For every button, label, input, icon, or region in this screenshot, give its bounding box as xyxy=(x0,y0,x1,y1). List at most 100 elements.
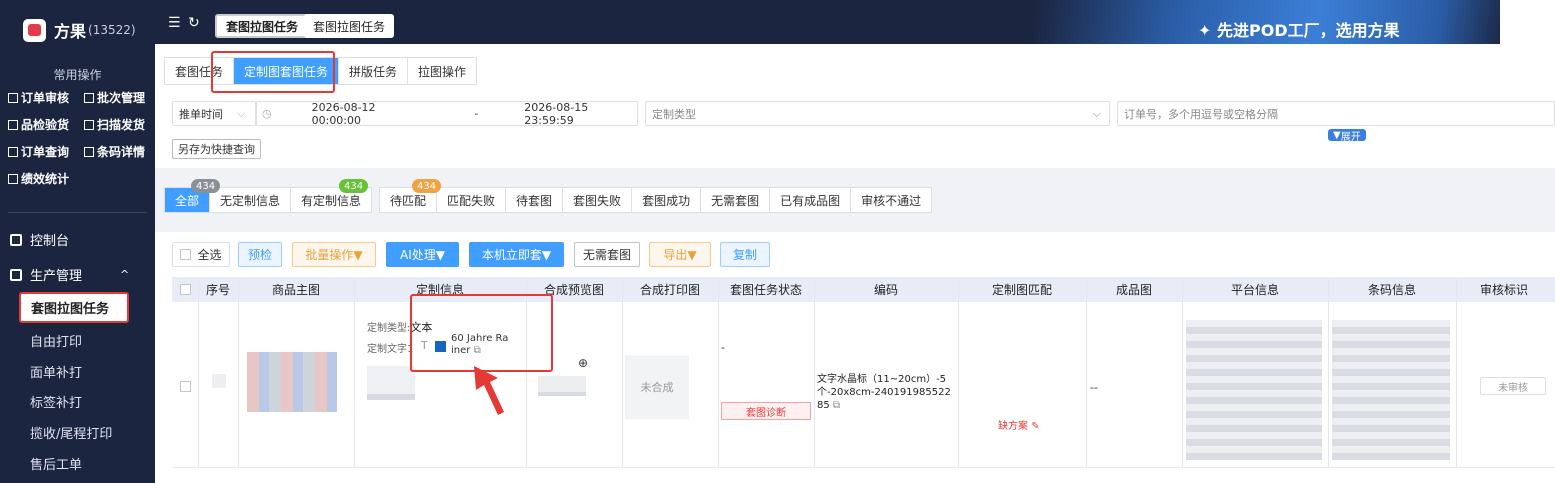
checkbox-icon xyxy=(180,249,192,260)
status-tabs-group-1: 全部 434 无定制信息 有定制信息 434 xyxy=(164,179,373,213)
quick-item-scan-ship[interactable]: 扫描发货 xyxy=(84,116,154,133)
top-tab-1[interactable]: 套图拉图任务 xyxy=(215,14,310,38)
caret-down-icon: ▼ xyxy=(541,247,552,262)
nav-dashboard[interactable]: 控制台 xyxy=(0,230,155,249)
header-checkbox[interactable] xyxy=(180,284,191,295)
preview-thumbnail[interactable] xyxy=(538,376,586,396)
tab-latu[interactable]: 拉图操作 xyxy=(408,58,477,84)
nav-production[interactable]: 生产管理 ^ xyxy=(0,265,155,284)
divider xyxy=(1182,277,1183,468)
brand[interactable]: 方果 (13522) xyxy=(23,18,136,42)
product-image[interactable] xyxy=(247,352,337,412)
status-tab-has-finished[interactable]: 已有成品图 xyxy=(770,188,852,212)
sidebar-item-label[interactable]: 标签补打 xyxy=(30,392,82,411)
banner-edge xyxy=(1500,0,1555,44)
status-tab-no-custom[interactable]: 无定制信息 xyxy=(210,188,292,212)
col-barcode: 条码信息 xyxy=(1367,283,1416,297)
status-tab-all[interactable]: 全部 434 xyxy=(165,179,221,212)
highlight-box-custom xyxy=(410,294,553,372)
match-status[interactable]: 缺方案 ✎ xyxy=(998,417,1040,432)
barcode-icon xyxy=(84,146,94,157)
status-tab-match-failed[interactable]: 匹配失败 xyxy=(437,188,507,212)
select-all-checkbox[interactable]: 全选 xyxy=(172,242,230,267)
copy-button[interactable]: 复制 xyxy=(720,242,770,267)
query-icon xyxy=(8,146,18,157)
save-quick-query-button[interactable]: 另存为快捷查询 xyxy=(172,139,261,159)
chevron-down-icon: ⌵ xyxy=(237,106,246,120)
count-badge: 434 xyxy=(339,179,369,193)
quick-item-order-query[interactable]: 订单查询 xyxy=(8,143,84,160)
diagnose-button[interactable]: 套图诊断 xyxy=(721,402,811,420)
date-range-picker[interactable]: ◷ 2026-08-12 00:00:00 - 2026-08-15 23:59… xyxy=(256,100,638,127)
topbar: ☰ ↻ 套图拉图任务 套图拉图任务 ✦ 先进POD工厂，选用方果 xyxy=(155,0,1555,44)
highlight-box-tab xyxy=(211,51,335,93)
caret-down-icon: ▼ xyxy=(687,247,697,262)
no-need-button[interactable]: 无需套图 xyxy=(574,242,640,267)
sidebar-item-pickup[interactable]: 揽收/尾程打印 xyxy=(30,423,112,442)
row-index-blurred xyxy=(212,374,226,388)
status-tab-pending-taotu[interactable]: 待套图 xyxy=(506,188,564,212)
zoom-in-icon[interactable]: ⊕ xyxy=(578,356,588,370)
task-status-value: - xyxy=(721,341,725,354)
brand-count: (13522) xyxy=(88,23,136,37)
menu-icon[interactable]: ☰ xyxy=(168,16,181,30)
status-tab-rejected[interactable]: 审核不通过 xyxy=(851,188,931,212)
order-search-input[interactable]: 订单号，多个用逗号或空格分隔 xyxy=(1117,101,1555,126)
sidebar: 方果 (13522) 常用操作 订单审核 批次管理 品检验货 扫描发货 订单查询… xyxy=(0,0,155,483)
divider xyxy=(198,277,199,468)
refresh-icon[interactable]: ↻ xyxy=(188,16,200,30)
divider xyxy=(1456,277,1457,468)
col-code: 编码 xyxy=(873,283,898,297)
col-finished: 成品图 xyxy=(1115,283,1152,297)
status-tab-taotu-failed[interactable]: 套图失败 xyxy=(563,188,633,212)
tab-pinban[interactable]: 拼版任务 xyxy=(339,58,409,84)
col-custom-match: 定制图匹配 xyxy=(991,283,1052,297)
row-checkbox[interactable] xyxy=(180,381,191,392)
quick-item-inspection[interactable]: 品检验货 xyxy=(8,116,84,133)
col-print-image: 合成打印图 xyxy=(639,283,700,297)
col-platform: 平台信息 xyxy=(1230,283,1279,297)
sidebar-item-waybill[interactable]: 面单补打 xyxy=(30,362,82,381)
custom-type-select[interactable]: 定制类型 ⌵ xyxy=(645,101,1110,126)
brand-logo-icon xyxy=(23,18,46,42)
dashboard-icon xyxy=(10,233,22,246)
sidebar-item-aftersale[interactable]: 售后工单 xyxy=(30,454,82,473)
start-date: 2026-08-12 00:00:00 xyxy=(311,100,376,127)
quick-ops-title: 常用操作 xyxy=(53,68,102,82)
code-value: 文字水晶标（11~20cm）-5个-20x8cm-24019198552285 … xyxy=(817,374,951,411)
scan-icon xyxy=(84,119,94,130)
batch-ops-button[interactable]: 批量操作 ▼ xyxy=(292,242,376,267)
status-tab-no-need[interactable]: 无需套图 xyxy=(701,188,771,212)
print-image-placeholder: 未合成 xyxy=(625,355,689,419)
top-tab-2[interactable]: 套图拉图任务 xyxy=(304,14,395,38)
precheck-button[interactable]: 预检 xyxy=(238,242,282,267)
divider xyxy=(238,277,239,468)
quick-item-barcode[interactable]: 条码详情 xyxy=(84,143,154,160)
status-tab-taotu-success[interactable]: 套图成功 xyxy=(632,188,702,212)
edit-icon[interactable]: ✎ xyxy=(1031,421,1039,432)
export-button[interactable]: 导出 ▼ xyxy=(649,242,711,267)
ai-process-button[interactable]: AI处理 ▼ xyxy=(386,242,459,267)
checkbox-icon xyxy=(8,92,18,103)
sidebar-item-free-print[interactable]: 自由打印 xyxy=(30,331,82,350)
date-separator: - xyxy=(474,107,479,120)
divider xyxy=(958,277,959,468)
copy-icon[interactable]: ⧉ xyxy=(833,400,840,411)
local-taotu-button[interactable]: 本机立即套 ▼ xyxy=(469,242,564,267)
quick-item-performance[interactable]: 绩效统计 xyxy=(8,170,84,187)
quick-item-order-review[interactable]: 订单审核 xyxy=(8,89,84,106)
caret-down-icon: ▼ xyxy=(353,247,363,262)
custom-thumbnail[interactable] xyxy=(367,366,415,400)
status-tab-pending-match[interactable]: 待匹配 434 xyxy=(380,179,442,212)
quick-item-batch[interactable]: 批次管理 xyxy=(84,89,154,106)
expand-button[interactable]: ▼ 展开 xyxy=(1328,129,1366,143)
divider xyxy=(814,277,815,468)
custom-text-label: 定制文字1 xyxy=(367,344,414,355)
col-audit: 审核标识 xyxy=(1479,283,1528,297)
sidebar-item-active[interactable]: 套图拉图任务 xyxy=(19,292,129,323)
chart-icon xyxy=(8,173,18,184)
status-tab-has-custom[interactable]: 有定制信息 434 xyxy=(291,179,371,212)
caret-down-icon: ▼ xyxy=(1333,129,1341,141)
time-type-select[interactable]: 推单时间 ⌵ xyxy=(172,101,256,126)
chevron-up-icon: ^ xyxy=(120,268,130,281)
